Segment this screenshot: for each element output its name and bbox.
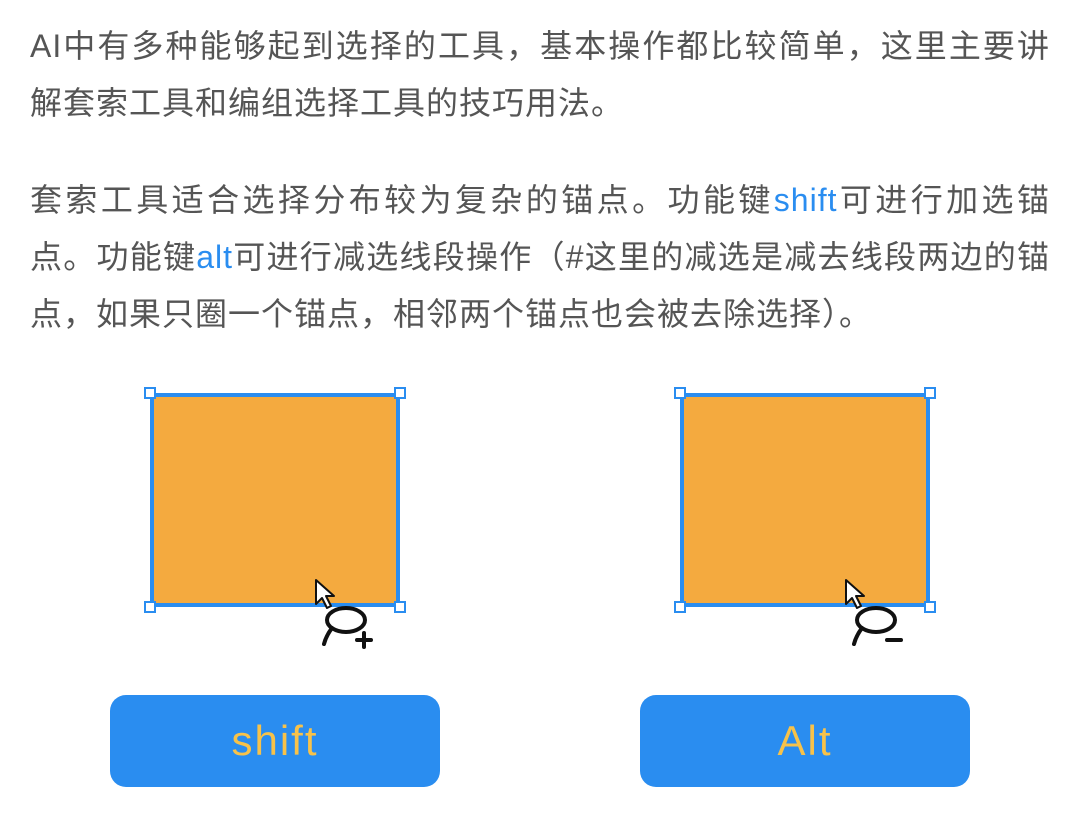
diagram-row: shift Alt [30, 383, 1050, 787]
handle-top-right [924, 387, 936, 399]
handle-top-right [394, 387, 406, 399]
shift-key-button[interactable]: shift [110, 695, 440, 787]
handle-bottom-left [144, 601, 156, 613]
alt-key-button[interactable]: Alt [640, 695, 970, 787]
selection-rectangle [150, 393, 400, 607]
selection-rectangle [680, 393, 930, 607]
handle-bottom-right [924, 601, 936, 613]
intro-paragraph-1: AI中有多种能够起到选择的工具，基本操作都比较简单，这里主要讲解套索工具和编组选… [30, 18, 1050, 132]
handle-bottom-left [674, 601, 686, 613]
alt-link[interactable]: alt [196, 239, 233, 275]
handle-top-left [674, 387, 686, 399]
lasso-add-cursor-icon [312, 578, 384, 650]
alt-key-label: Alt [777, 717, 832, 765]
handle-bottom-right [394, 601, 406, 613]
alt-selection-illustration [670, 383, 940, 653]
p2-text-a: 套索工具适合选择分布较为复杂的锚点。功能键 [30, 182, 774, 218]
handle-top-left [144, 387, 156, 399]
alt-column: Alt [560, 383, 1050, 787]
shift-key-label: shift [231, 717, 318, 765]
shift-column: shift [30, 383, 520, 787]
p1-text: AI中有多种能够起到选择的工具，基本操作都比较简单，这里主要讲解套索工具和编组选… [30, 28, 1050, 121]
intro-paragraph-2: 套索工具适合选择分布较为复杂的锚点。功能键shift可进行加选锚点。功能键alt… [30, 172, 1050, 343]
shift-link[interactable]: shift [774, 182, 838, 218]
lasso-subtract-cursor-icon [842, 578, 914, 650]
shift-selection-illustration [140, 383, 410, 653]
